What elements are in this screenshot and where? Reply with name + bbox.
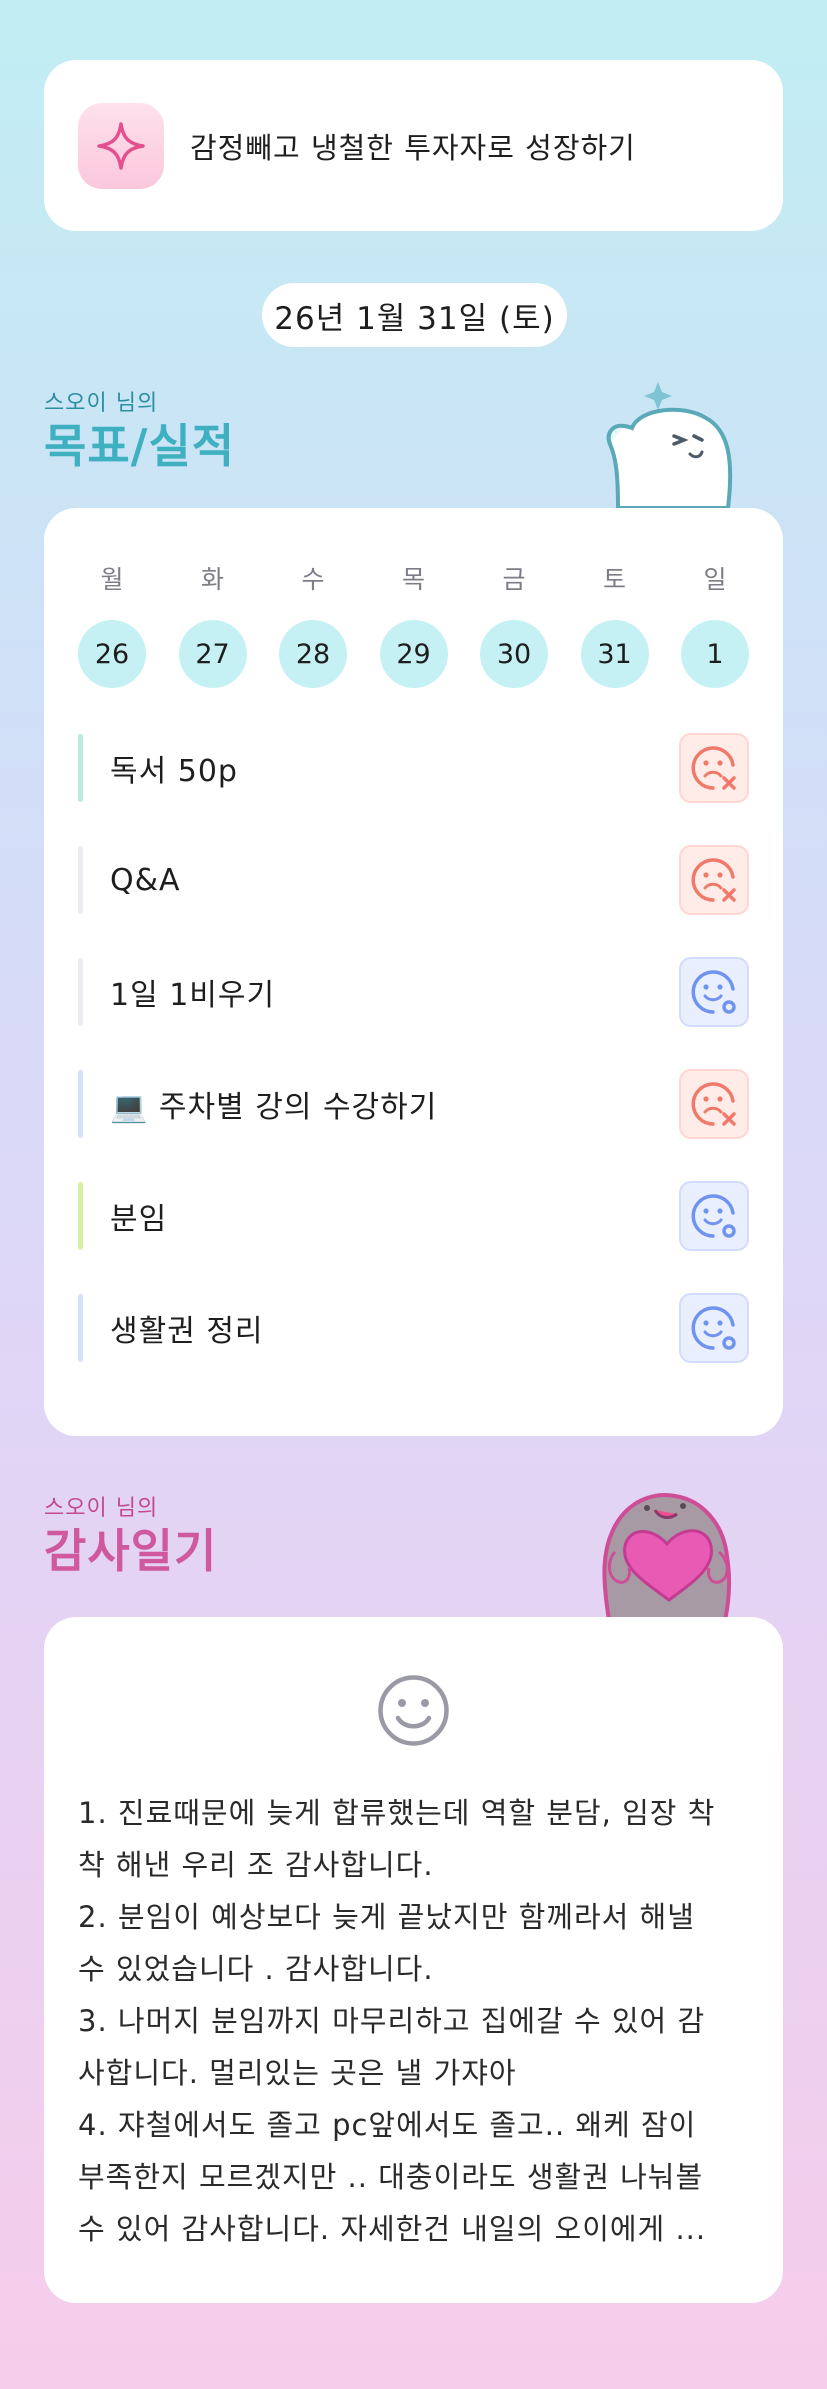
- goal-label: 1일 1비우기: [110, 978, 276, 1013]
- goals-card: 월 화 수 목 금 토 일 26 27 28 29 30 31 1 독서 50p…: [44, 508, 783, 1436]
- gratitude-line: 수 있어 감사합니다. 자세한건 내일의 오이에게 ...: [78, 2212, 707, 2246]
- weekday-label: 토: [602, 565, 626, 594]
- goal-color-bar: [78, 958, 83, 1026]
- frown-x-icon: [691, 1082, 736, 1126]
- smile-check-icon: [691, 1194, 736, 1238]
- goal-color-bar: [78, 1182, 83, 1250]
- weekday-row: 월 화 수 목 금 토 일: [78, 560, 749, 596]
- goal-color-bar: [78, 1294, 83, 1362]
- weekday-label: 금: [502, 565, 526, 594]
- goal-row[interactable]: 독서 50p: [78, 733, 749, 803]
- ok-status-button[interactable]: [679, 1181, 749, 1251]
- goal-color-bar: [78, 734, 83, 802]
- weekday-label: 월: [100, 565, 124, 594]
- goal-text: 감정빼고 냉철한 투자자로 성장하기: [190, 130, 636, 165]
- heart-mascot: [585, 1482, 750, 1622]
- fail-status-button[interactable]: [679, 845, 749, 915]
- gratitude-text: 1. 진료때문에 늦게 합류했는데 역할 분담, 임장 착 착 해낸 우리 조 …: [78, 1787, 758, 2255]
- date-circle[interactable]: 31: [580, 620, 649, 688]
- date-circle[interactable]: 30: [480, 620, 548, 688]
- date-circle[interactable]: 1: [681, 620, 749, 688]
- date-circle[interactable]: 27: [178, 620, 247, 688]
- goal-label: Q&A: [110, 862, 181, 898]
- date-circle[interactable]: 29: [379, 620, 448, 688]
- date-row: 26 27 28 29 30 31 1: [78, 620, 749, 688]
- gratitude-line: 부족한지 모르겠지만 .. 대충이라도 생활권 나눠볼: [78, 2160, 704, 2194]
- goal-label: 💻 주차별 강의 수강하기: [110, 1090, 438, 1125]
- ghost-mascot: [588, 378, 748, 510]
- fail-status-button[interactable]: [679, 733, 749, 803]
- date-circle[interactable]: 26: [78, 620, 146, 688]
- weekday-label: 화: [200, 565, 224, 594]
- goal-row[interactable]: 💻 주차별 강의 수강하기: [78, 1069, 749, 1139]
- frown-x-icon: [691, 858, 736, 902]
- goal-label: 독서 50p: [110, 754, 238, 789]
- goal-label: 생활권 정리: [110, 1314, 264, 1349]
- goal-row[interactable]: 분임: [78, 1181, 749, 1251]
- gratitude-card[interactable]: 1. 진료때문에 늦게 합류했는데 역할 분담, 임장 착 착 해낸 우리 조 …: [44, 1617, 783, 2303]
- gratitude-line: 사합니다. 멀리있는 곳은 낼 가쟈아: [78, 2056, 517, 2090]
- fail-status-button[interactable]: [679, 1069, 749, 1139]
- weekday-label: 목: [401, 565, 425, 594]
- weekday-label: 수: [301, 565, 325, 594]
- gratitude-line: 2. 분임이 예상보다 늦게 끝났지만 함께라서 해낼: [78, 1900, 695, 1934]
- goal-color-bar: [78, 1070, 83, 1138]
- sparkle-icon: [78, 102, 164, 189]
- gratitude-line: 착 해낸 우리 조 감사합니다.: [78, 1848, 434, 1882]
- ok-status-button[interactable]: [679, 1293, 749, 1363]
- gratitude-line: 3. 나머지 분임까지 마무리하고 집에갈 수 있어 감: [78, 2004, 706, 2038]
- goal-row[interactable]: 1일 1비우기: [78, 957, 749, 1027]
- gratitude-line: 4. 쟈철에서도 졸고 pc앞에서도 졸고.. 왜케 잠이: [78, 2108, 697, 2142]
- goal-card[interactable]: 감정빼고 냉철한 투자자로 성장하기: [44, 60, 783, 231]
- goal-color-bar: [78, 846, 83, 914]
- goal-row[interactable]: Q&A: [78, 845, 749, 915]
- frown-x-icon: [691, 746, 736, 790]
- smile-check-icon: [691, 970, 736, 1014]
- ok-status-button[interactable]: [679, 957, 749, 1027]
- gratitude-line: 수 있었습니다 . 감사합니다.: [78, 1952, 434, 1986]
- weekday-label: 일: [703, 565, 727, 594]
- goal-row[interactable]: 생활권 정리: [78, 1293, 749, 1363]
- smile-check-icon: [691, 1306, 736, 1350]
- date-pill[interactable]: 26년 1월 31일 (토): [262, 283, 567, 347]
- gratitude-line: 1. 진료때문에 늦게 합류했는데 역할 분담, 임장 착: [78, 1796, 716, 1830]
- goal-label: 분임: [110, 1202, 168, 1237]
- date-circle[interactable]: 28: [279, 620, 347, 688]
- gratitude-section-title: 감사일기: [44, 1524, 218, 1578]
- goals-section-title: 목표/실적: [44, 419, 236, 473]
- smiley-icon: [378, 1675, 449, 1746]
